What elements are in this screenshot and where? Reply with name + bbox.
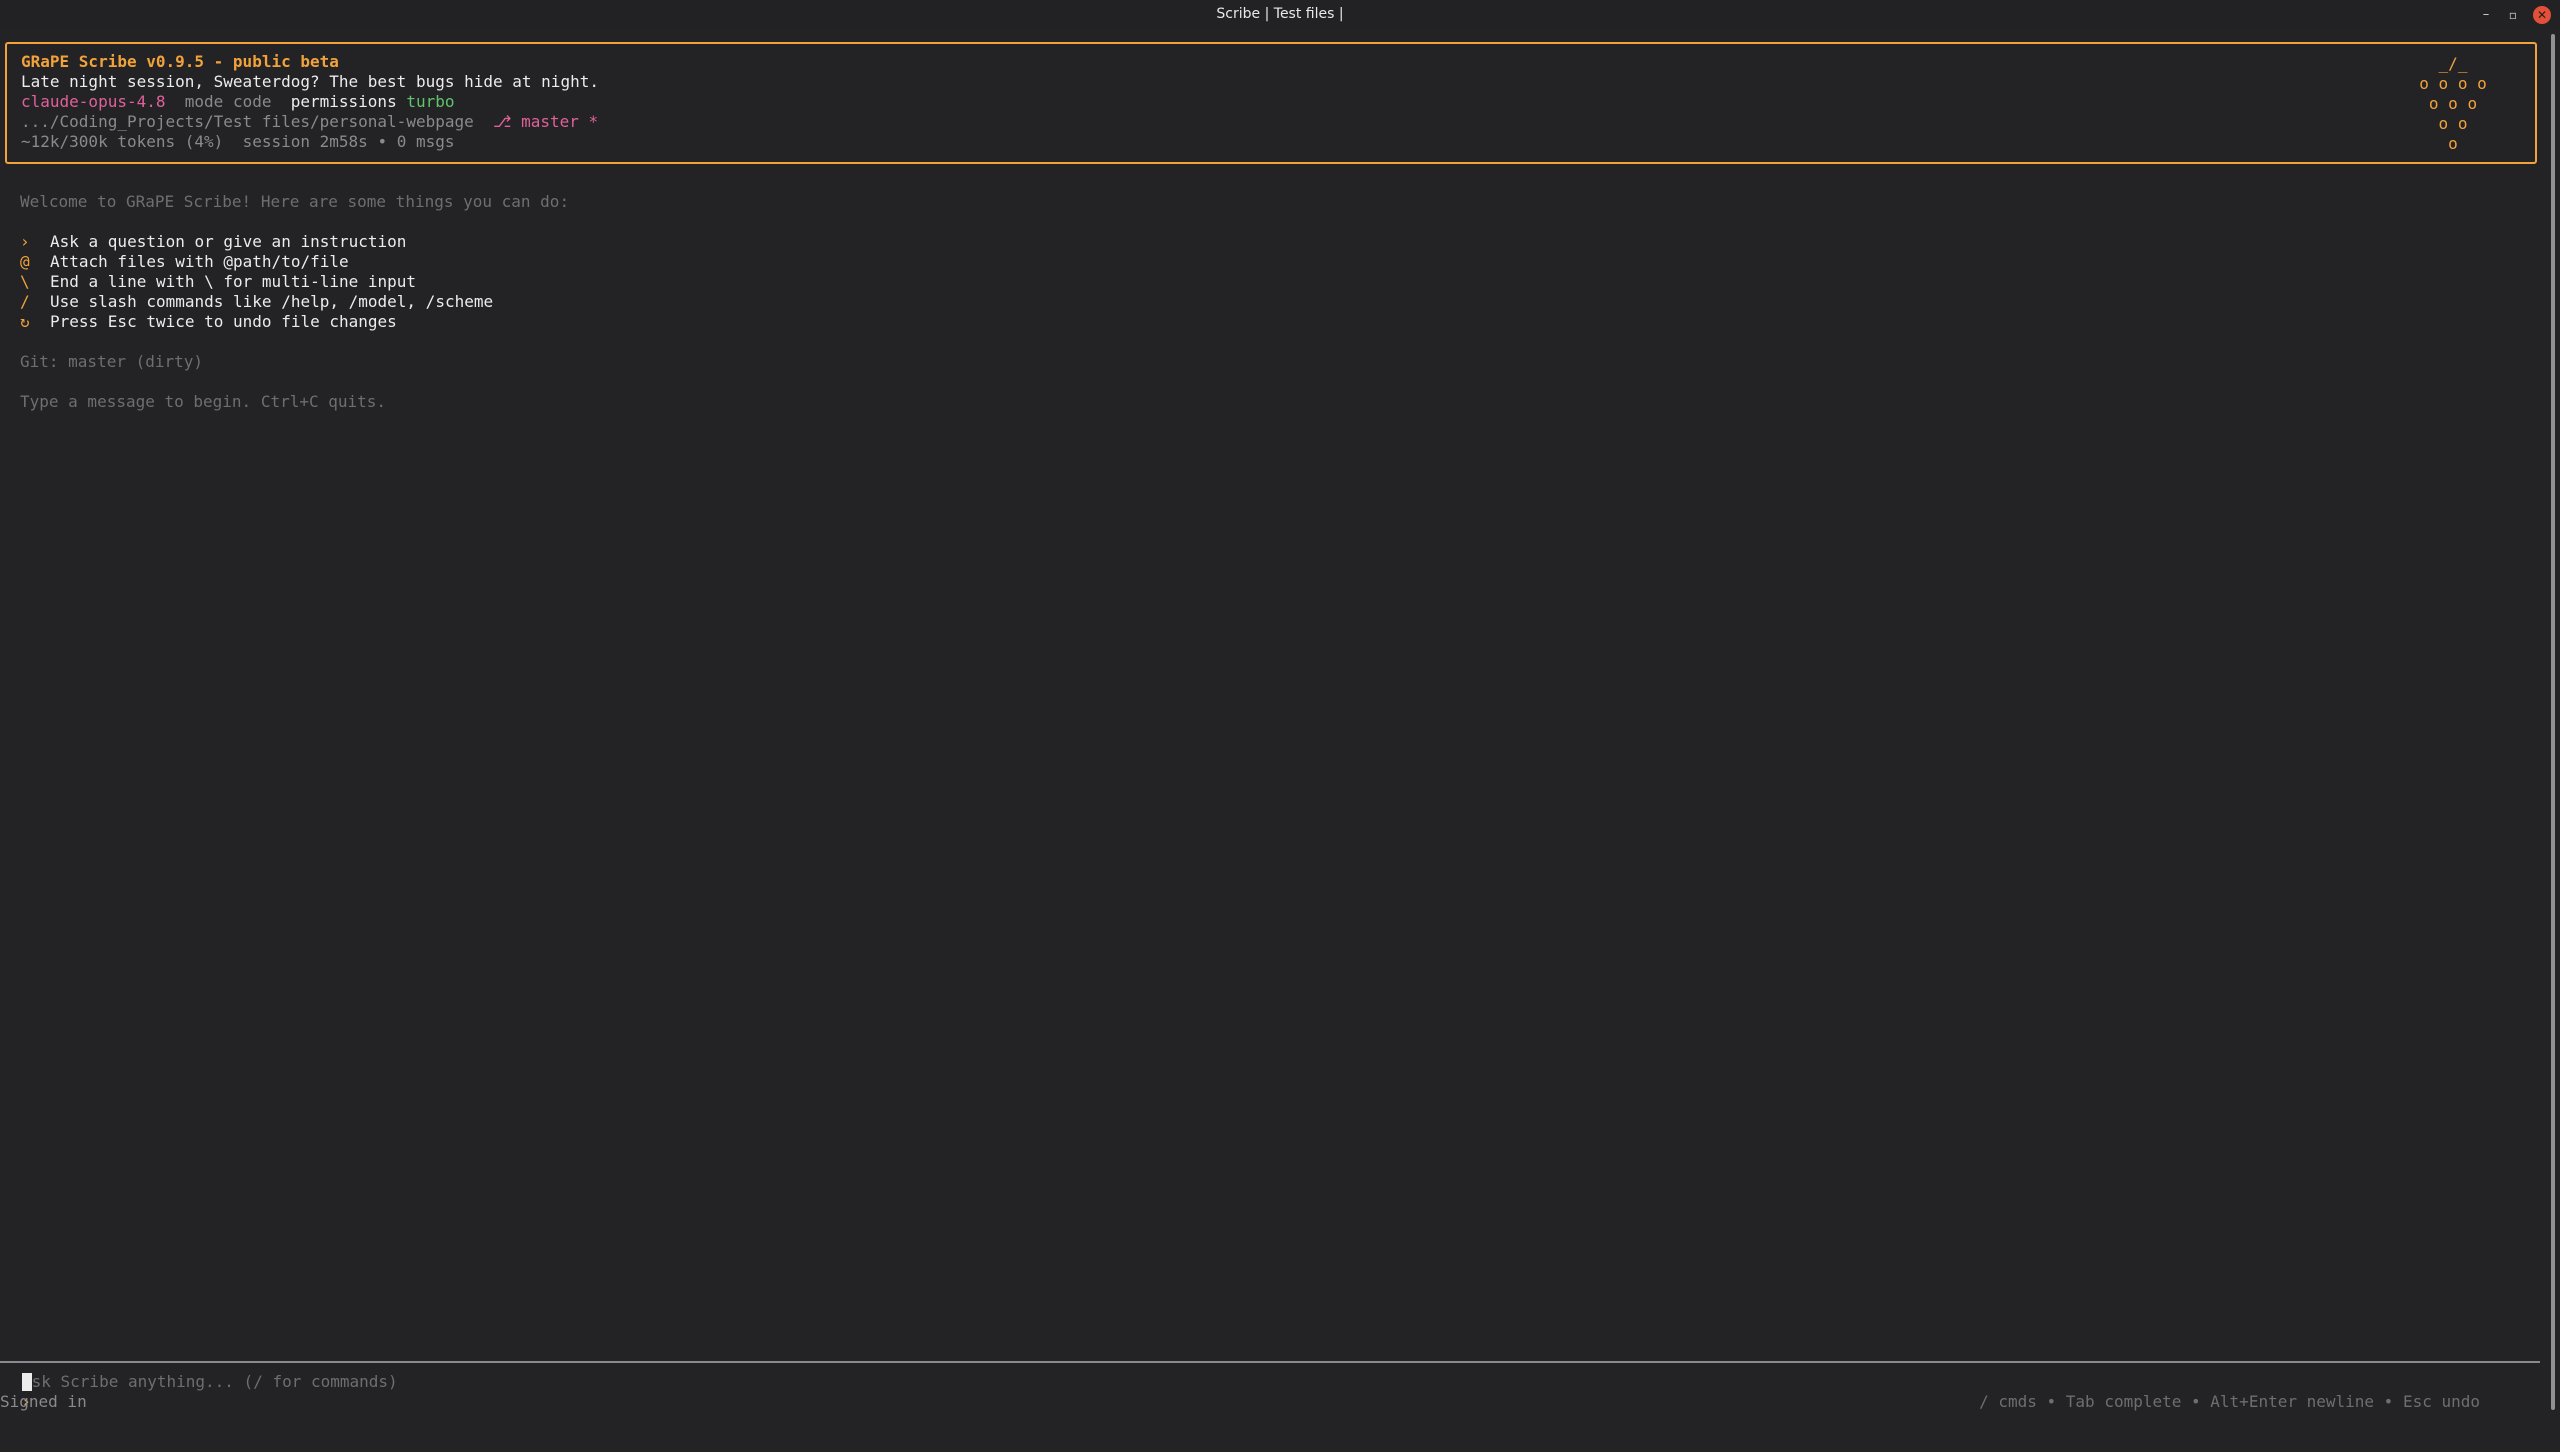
tip-text: Press Esc twice to undo file changes bbox=[50, 312, 397, 331]
slash-icon: / bbox=[20, 292, 30, 311]
undo-icon: ↻ bbox=[20, 312, 30, 331]
prompt-input[interactable] bbox=[22, 1372, 1822, 1392]
app-title: GRaPE Scribe v0.9.5 - public beta bbox=[21, 52, 339, 71]
welcome-intro: Welcome to GRaPE Scribe! Here are some t… bbox=[20, 192, 570, 211]
token-usage: ~12k/300k tokens (4%) bbox=[21, 132, 224, 151]
git-branch-icon: ⎇ bbox=[493, 112, 512, 131]
mode-label: mode bbox=[184, 92, 224, 111]
model-name: claude-opus-4.8 bbox=[21, 92, 166, 111]
tip-text: Attach files with @path/to/file bbox=[50, 252, 349, 271]
logo-line: _/_ bbox=[2438, 54, 2468, 73]
session-settings-line: claude-opus-4.8 mode code permissions tu… bbox=[21, 92, 455, 112]
logo-line: o o o o bbox=[2419, 74, 2487, 93]
permissions-label: permissions bbox=[290, 92, 397, 111]
git-branch-name: master bbox=[521, 112, 579, 131]
git-status: Git: master (dirty) bbox=[20, 352, 204, 371]
tip-item: / Use slash commands like /help, /model, … bbox=[20, 292, 493, 312]
grape-logo: _/_ o o o oo o oo oo bbox=[2413, 54, 2493, 154]
separator-bullet: • bbox=[377, 132, 388, 151]
tip-item: @ Attach files with @path/to/file bbox=[20, 252, 349, 272]
dirty-marker: * bbox=[588, 112, 599, 131]
at-sign-icon: @ bbox=[20, 252, 30, 271]
maximize-button[interactable]: ▫ bbox=[2504, 6, 2522, 24]
minimize-button[interactable]: – bbox=[2477, 6, 2495, 24]
logo-line: o bbox=[2448, 134, 2458, 153]
logo-line: o o bbox=[2438, 114, 2468, 133]
tip-text: End a line with \ for multi-line input bbox=[50, 272, 417, 291]
permissions-value: turbo bbox=[406, 92, 455, 111]
project-path: .../Coding_Projects/Test files/personal-… bbox=[21, 112, 474, 131]
close-button[interactable]: ✕ bbox=[2533, 6, 2551, 24]
logo-line: o o o bbox=[2428, 94, 2478, 113]
usage-line: ~12k/300k tokens (4%) session 2m58s • 0 … bbox=[21, 132, 455, 152]
prompt-chevron-icon: › bbox=[20, 232, 30, 251]
backslash-icon: \ bbox=[20, 272, 30, 291]
window-titlebar: Scribe | Test files | – ▫ ✕ bbox=[0, 0, 2560, 30]
text-cursor bbox=[22, 1373, 32, 1391]
scrollbar-thumb[interactable] bbox=[2551, 34, 2555, 1410]
prompt-divider bbox=[0, 1361, 2540, 1363]
mode-value: code bbox=[232, 92, 272, 111]
tip-text: Ask a question or give an instruction bbox=[50, 232, 407, 251]
message-count: 0 msgs bbox=[396, 132, 455, 151]
keyboard-shortcuts-hint: / cmds • Tab complete • Alt+Enter newlin… bbox=[1979, 1392, 2480, 1411]
session-duration: session 2m58s bbox=[242, 132, 368, 151]
greeting-text: Late night session, Sweaterdog? The best… bbox=[21, 72, 599, 91]
session-header-panel: GRaPE Scribe v0.9.5 - public beta Late n… bbox=[5, 42, 2537, 164]
window-title: Scribe | Test files | bbox=[1216, 6, 1344, 22]
start-hint: Type a message to begin. Ctrl+C quits. bbox=[20, 392, 387, 411]
tip-item: ↻ Press Esc twice to undo file changes bbox=[20, 312, 397, 332]
tip-item: › Ask a question or give an instruction bbox=[20, 232, 406, 252]
auth-status: Signed in bbox=[0, 1392, 87, 1411]
workspace-line: .../Coding_Projects/Test files/personal-… bbox=[21, 112, 598, 132]
tip-text: Use slash commands like /help, /model, /… bbox=[50, 292, 494, 311]
prompt-bar[interactable]: › bbox=[2, 1372, 1822, 1411]
tip-item: \ End a line with \ for multi-line input bbox=[20, 272, 416, 292]
